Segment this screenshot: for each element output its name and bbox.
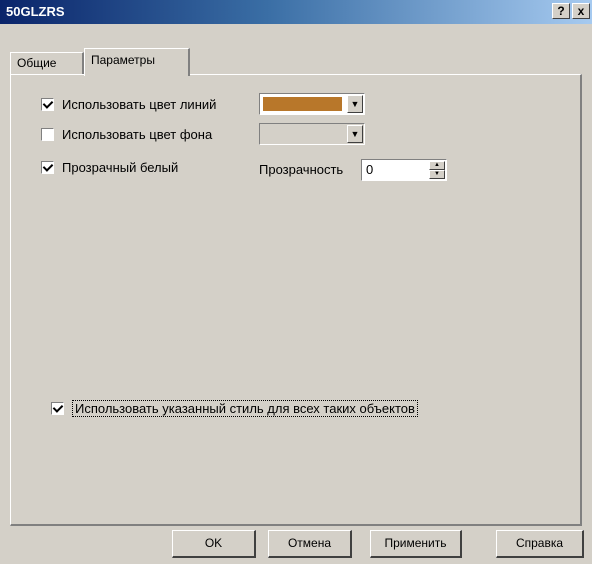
window-title: 50GLZRS (6, 4, 65, 19)
help-dialog-button[interactable]: Справка (496, 530, 584, 558)
chevron-down-icon[interactable]: ▼ (347, 125, 363, 143)
apply-all-checkbox[interactable] (51, 402, 64, 415)
apply-all-row: Использовать указанный стиль для всех та… (51, 400, 418, 417)
close-button[interactable]: x (572, 3, 590, 19)
tab-general[interactable]: Общие (10, 52, 84, 74)
chevron-down-icon[interactable]: ▼ (347, 95, 363, 113)
bg-color-checkbox[interactable] (41, 128, 54, 141)
transparency-value: 0 (366, 162, 374, 177)
spin-down-icon[interactable]: ▼ (429, 170, 445, 179)
bg-color-label: Использовать цвет фона (62, 127, 213, 142)
transparent-white-checkbox[interactable] (41, 161, 54, 174)
title-bar: 50GLZRS ? x (0, 0, 592, 24)
line-color-label: Использовать цвет линий (62, 97, 217, 112)
ok-button[interactable]: OK (172, 530, 256, 558)
line-color-swatch (263, 97, 342, 111)
spin-up-icon[interactable]: ▲ (429, 161, 445, 170)
bg-color-select[interactable]: ▼ (259, 123, 365, 145)
help-button[interactable]: ? (552, 3, 570, 19)
line-color-row: Использовать цвет линий (41, 97, 216, 112)
transparency-label: Прозрачность (259, 162, 344, 177)
bg-color-row: Использовать цвет фона (41, 127, 212, 142)
line-color-select[interactable]: ▼ (259, 93, 365, 115)
apply-button[interactable]: Применить (370, 530, 462, 558)
tab-parameters[interactable]: Параметры (84, 48, 190, 76)
line-color-checkbox[interactable] (41, 98, 54, 111)
apply-all-label: Использовать указанный стиль для всех та… (72, 400, 418, 417)
transparent-white-label: Прозрачный белый (62, 160, 179, 175)
parameters-panel: Использовать цвет линий ▼ Использовать ц… (10, 74, 582, 526)
transparent-white-row: Прозрачный белый (41, 160, 178, 175)
transparency-spinner[interactable]: 0 ▲ ▼ (361, 159, 447, 181)
cancel-button[interactable]: Отмена (268, 530, 352, 558)
